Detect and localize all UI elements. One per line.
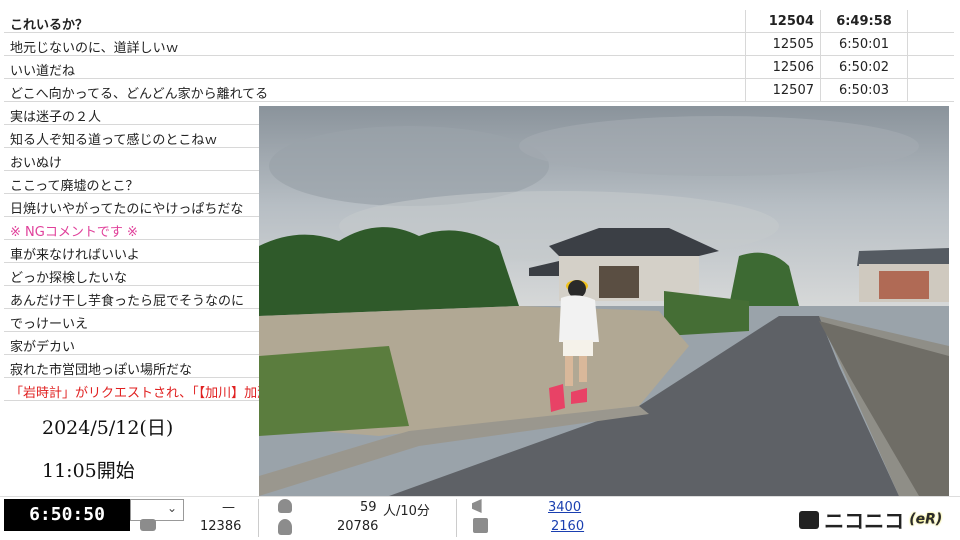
comment-text: どっか探検したいな <box>10 271 128 286</box>
niconico-logo: ニコニコ (eR) <box>799 505 943 533</box>
comment-row[interactable]: ※ NGコメントです ※ <box>4 217 259 240</box>
comment-number: 12504 <box>745 10 820 33</box>
comment-extra-cell <box>907 56 954 79</box>
comment-row[interactable]: 地元じないのに、道詳しいｗ 12505 6:50:01 <box>4 33 954 56</box>
comment-icon <box>140 519 156 531</box>
comment-number: 12505 <box>745 33 820 56</box>
comment-text: ここって廃墟のとこ？ <box>10 179 139 194</box>
comment-row[interactable]: 「岩時計」がリクエストされ、「【加川】加瀬の <box>4 378 283 401</box>
comment-row[interactable]: どこへ向かってる、どんどん家から離れてる 12507 6:50:03 <box>4 79 954 102</box>
comment-row[interactable]: 知る人ぞ知る道って感じのとこねｗ <box>4 125 259 148</box>
comment-number: 12507 <box>745 79 820 102</box>
comment-text: 家がデカい <box>10 340 76 355</box>
gift-points-link[interactable]: 2160 <box>551 519 584 534</box>
ad-points-link[interactable]: 3400 <box>548 500 581 515</box>
logo-suffix: (eR) <box>909 511 943 528</box>
comment-row[interactable]: あんだけ干し芋食ったら屁でそうなのに <box>4 286 259 309</box>
gift-icon <box>473 518 488 533</box>
total-viewers: 20786 <box>337 519 379 534</box>
comment-row[interactable]: でっけーいえ <box>4 309 259 332</box>
comment-time: 6:50:01 <box>820 33 907 56</box>
comment-text: 知る人ぞ知る道って感じのとこねｗ <box>10 133 218 148</box>
comment-text: 日焼けいやがってたのにやけっぱちだな <box>10 202 244 217</box>
comment-text: 地元じないのに、道詳しいｗ <box>10 41 179 56</box>
comment-text: どこへ向かってる、どんどん家から離れてる <box>10 87 269 102</box>
comment-count: 12386 <box>200 519 242 534</box>
comment-row[interactable]: これいるか？ 12504 6:49:58 <box>4 10 954 33</box>
comment-extra-cell <box>907 79 954 102</box>
comment-extra-cell <box>907 10 954 33</box>
video-player[interactable] <box>259 106 949 496</box>
video-frame <box>259 106 949 496</box>
comment-row[interactable]: 家がデカい <box>4 332 259 355</box>
comment-row[interactable]: おいぬけ <box>4 148 259 171</box>
chevron-down-icon: ⌄ <box>166 501 177 515</box>
status-bar: 6:50:50 ⌄ — 12386 59 人/10分 20786 3400 21… <box>0 496 960 540</box>
comment-row[interactable]: どっか探検したいな <box>4 263 259 286</box>
time-select-dropdown[interactable]: ⌄ <box>130 499 184 521</box>
comment-text: 実は迷子の２人 <box>10 110 102 125</box>
comment-row[interactable]: 日焼けいやがってたのにやけっぱちだな <box>4 194 259 217</box>
logo-text: ニコニコ <box>824 509 905 533</box>
viewer-unit: 人/10分 <box>383 504 430 519</box>
comment-text: これいるか？ <box>10 18 89 33</box>
comment-time: 6:50:03 <box>820 79 907 102</box>
person-icon <box>278 519 292 535</box>
comment-row[interactable]: 実は迷子の２人 <box>4 102 259 125</box>
comment-row[interactable]: ここって廃墟のとこ？ <box>4 171 259 194</box>
comment-row[interactable]: 寂れた市営団地っぽい場所だな <box>4 355 259 378</box>
broadcast-date: 2024/5/12(日) <box>42 417 174 439</box>
comment-text: 寂れた市営団地っぽい場所だな <box>10 363 193 378</box>
tv-icon <box>799 510 819 529</box>
broadcast-start-time: 11:05開始 <box>42 460 135 482</box>
comment-text: 車が来なければいいよ <box>10 248 140 263</box>
divider <box>456 499 457 537</box>
comment-time: 6:50:02 <box>820 56 907 79</box>
comment-text: ※ NGコメントです ※ <box>10 225 138 240</box>
current-time: 6:50:50 <box>4 499 130 531</box>
comment-row[interactable]: いい道だね 12506 6:50:02 <box>4 56 954 79</box>
viewer-count: 59 <box>360 500 377 515</box>
comment-number: 12506 <box>745 56 820 79</box>
status-dash: — <box>222 500 235 515</box>
comment-text: あんだけ干し芋食ったら屁でそうなのに <box>10 294 245 309</box>
viewer-icon <box>278 499 292 513</box>
comment-text: でっけーいえ <box>10 317 89 332</box>
comment-extra-cell <box>907 33 954 56</box>
comment-text: いい道だね <box>10 64 76 79</box>
comment-row[interactable]: 車が来なければいいよ <box>4 240 259 263</box>
comment-time: 6:49:58 <box>820 10 907 33</box>
ad-icon <box>472 499 482 513</box>
divider <box>258 499 259 537</box>
comment-text: 「岩時計」がリクエストされ、「【加川】加瀬の <box>10 386 284 401</box>
comment-text: おいぬけ <box>10 156 63 171</box>
